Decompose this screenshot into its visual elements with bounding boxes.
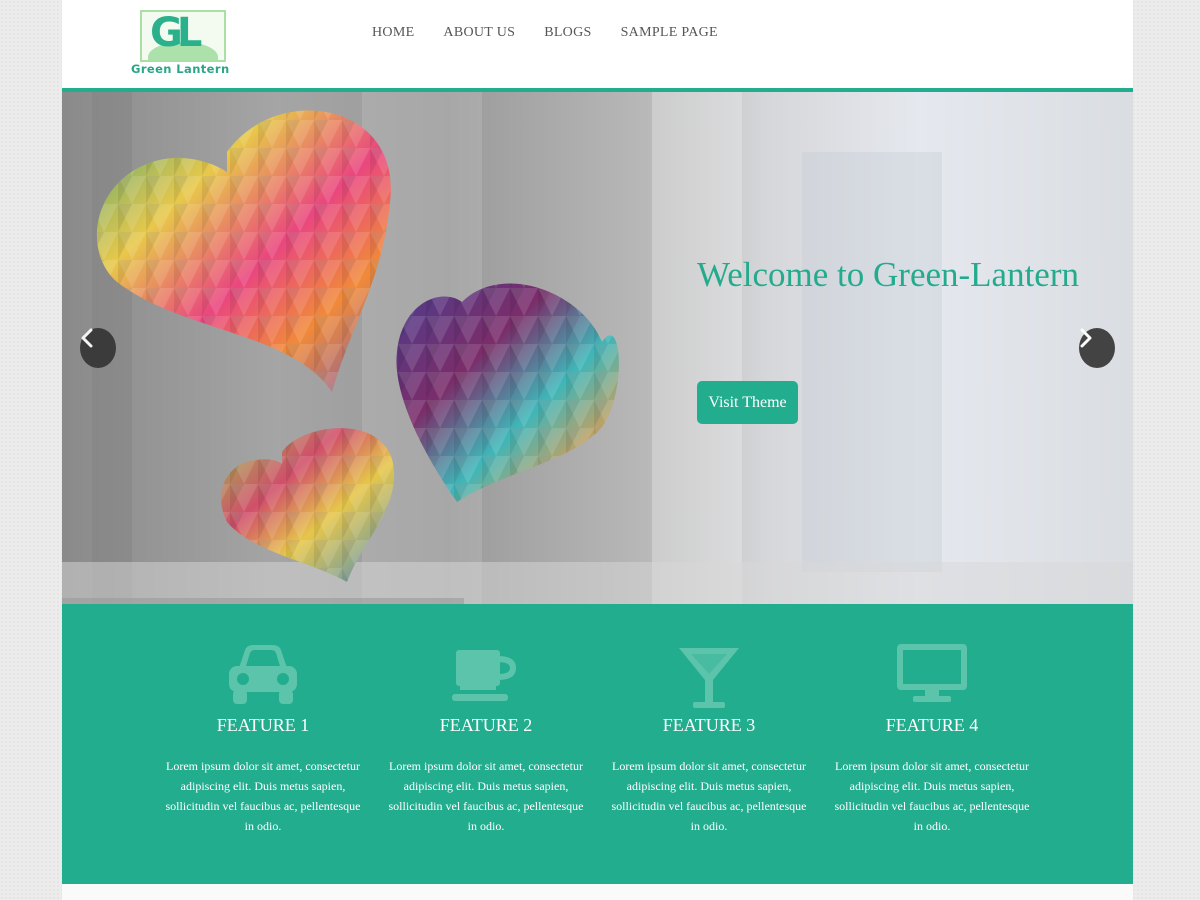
hero-slider: Welcome to Green-Lantern Visit Theme <box>62 92 1133 604</box>
monitor-icon <box>832 642 1032 714</box>
nav-item-home[interactable]: HOME <box>372 25 414 41</box>
feature-description: Lorem ipsum dolor sit amet, consectetur … <box>165 759 361 833</box>
feature-title: FEATURE 3 <box>662 715 756 735</box>
features-section: FEATURE 1 Lorem ipsum dolor sit amet, co… <box>62 604 1133 884</box>
site-logo[interactable]: GL Green Lantern <box>128 8 240 76</box>
cocktail-glass-icon <box>609 642 809 714</box>
feature-description: Lorem ipsum dolor sit amet, consectetur … <box>388 759 584 833</box>
feature-title: FEATURE 4 <box>885 715 979 735</box>
feature-title: FEATURE 1 <box>216 715 310 735</box>
hero-title: Welcome to Green-Lantern <box>697 255 1079 294</box>
feature-description: Lorem ipsum dolor sit amet, consectetur … <box>611 759 807 833</box>
page-container: GL Green Lantern HOME ABOUT US BLOGS SAM… <box>62 0 1133 900</box>
visit-theme-button[interactable]: Visit Theme <box>697 381 798 424</box>
footer-strip <box>62 884 1133 900</box>
logo-letters: GL <box>150 10 202 56</box>
feature-description: Lorem ipsum dolor sit amet, consectetur … <box>834 759 1030 833</box>
chevron-left-icon <box>81 328 93 348</box>
slider-prev-button[interactable] <box>80 328 116 368</box>
logo-emblem: GL <box>140 10 226 62</box>
coffee-cup-icon <box>386 642 586 714</box>
logo-text: Green Lantern <box>131 62 230 76</box>
main-nav: HOME ABOUT US BLOGS SAMPLE PAGE <box>372 25 718 41</box>
slider-next-button[interactable] <box>1079 328 1115 368</box>
nav-item-sample-page[interactable]: SAMPLE PAGE <box>621 25 718 41</box>
feature-title: FEATURE 2 <box>439 715 533 735</box>
site-header: GL Green Lantern HOME ABOUT US BLOGS SAM… <box>62 0 1133 88</box>
chevron-right-icon <box>1080 328 1092 348</box>
car-icon <box>163 642 363 714</box>
nav-item-about-us[interactable]: ABOUT US <box>443 25 515 41</box>
heart-large <box>96 110 391 393</box>
nav-item-blogs[interactable]: BLOGS <box>544 25 591 41</box>
hero-background-image <box>62 92 1133 604</box>
